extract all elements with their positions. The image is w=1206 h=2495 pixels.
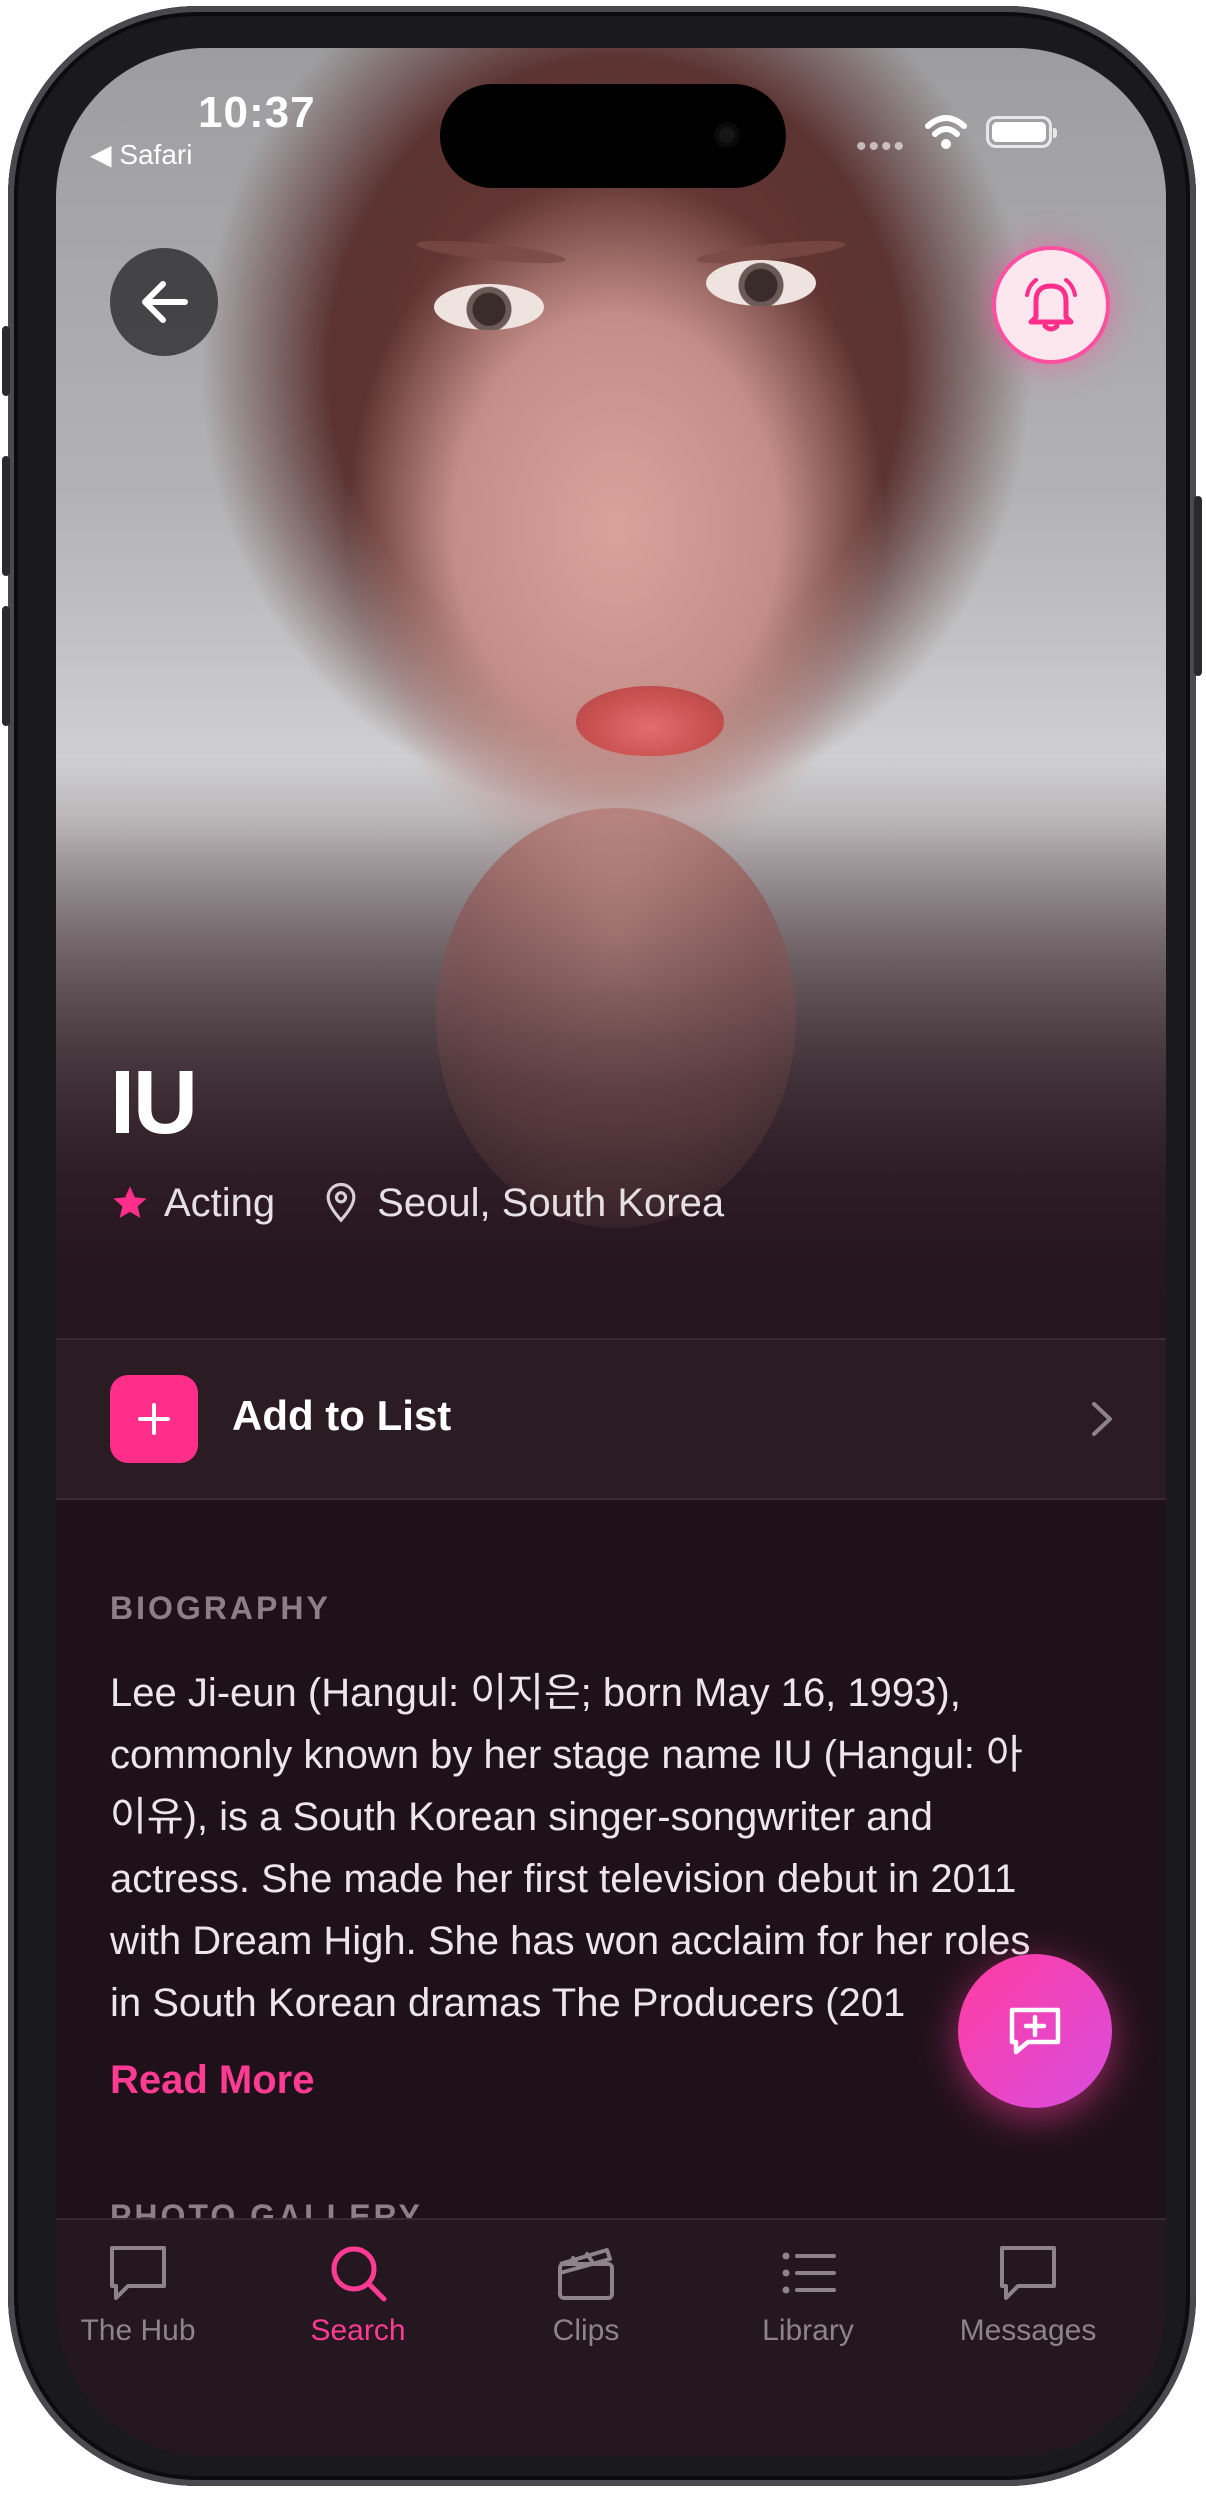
notify-button[interactable]	[996, 250, 1106, 360]
tab-label: Library	[762, 2314, 854, 2347]
location-label: Seoul, South Korea	[377, 1180, 725, 1225]
bio-line: commonly known by her stage name IU (Han…	[110, 1733, 1023, 1777]
hero-photo	[56, 48, 1166, 1338]
arrow-left-icon	[142, 281, 188, 323]
plus-icon	[138, 1403, 170, 1435]
add-plus-badge	[110, 1375, 198, 1463]
location-pin-icon	[326, 1183, 356, 1223]
status-time: 10:37	[198, 88, 316, 137]
volume-down-button	[2, 606, 10, 726]
message-icon	[1000, 2246, 1056, 2300]
artist-name: IU	[110, 1053, 198, 1153]
chevron-right-icon	[1092, 1402, 1112, 1436]
list-icon	[782, 2252, 836, 2294]
power-button	[1194, 496, 1202, 676]
tab-the-hub[interactable]: The Hub	[56, 2242, 238, 2362]
phone-frame: 10:37 ◀ Safari •••• IU Acting Seoul, Sou…	[2, 6, 1202, 2486]
clapperboard-icon	[558, 2248, 614, 2300]
tab-label: Search	[310, 2314, 406, 2347]
tab-bar: The Hub Search Clips Library Messages	[56, 2218, 1166, 2456]
action-button	[2, 326, 10, 396]
volume-up-button	[2, 456, 10, 576]
wifi-icon	[925, 115, 967, 149]
status-bar: 10:37 ◀ Safari ••••	[56, 48, 1166, 188]
back-to-safari[interactable]: ◀ Safari	[90, 138, 192, 171]
tab-label: The Hub	[80, 2314, 196, 2347]
search-icon	[331, 2246, 387, 2302]
tab-label: Messages	[959, 2314, 1097, 2347]
tab-clips[interactable]: Clips	[486, 2242, 686, 2362]
divider	[56, 1498, 1166, 1500]
bio-line: with Dream High. She has won acclaim for…	[110, 1919, 1031, 1963]
tab-messages[interactable]: Messages	[928, 2242, 1128, 2362]
artist-meta: Acting Seoul, South Korea	[110, 1178, 724, 1228]
bio-line: Lee Ji-eun (Hangul: 이지은; born May 16, 19…	[110, 1671, 961, 1715]
screen: 10:37 ◀ Safari •••• IU Acting Seoul, Sou…	[56, 48, 1166, 2456]
chat-bubble-icon	[110, 2246, 166, 2300]
bio-line: actress. She made her first television d…	[110, 1857, 1017, 1901]
new-message-fab[interactable]	[958, 1954, 1112, 2108]
category-label: Acting	[164, 1180, 276, 1225]
cellular-signal: ••••	[856, 130, 907, 163]
battery-icon	[986, 116, 1057, 148]
biography-heading: BIOGRAPHY	[110, 1590, 331, 1626]
tab-library[interactable]: Library	[708, 2242, 908, 2362]
read-more-link[interactable]: Read More	[110, 2058, 315, 2103]
biography-text: Lee Ji-eun (Hangul: 이지은; born May 16, 19…	[110, 1662, 1120, 2034]
message-plus-icon	[1009, 2007, 1061, 2055]
tab-label: Clips	[552, 2314, 620, 2347]
star-icon	[113, 1186, 147, 1218]
add-to-list-label: Add to List	[232, 1392, 452, 1439]
back-button[interactable]	[110, 248, 218, 356]
dynamic-island	[440, 84, 786, 188]
bell-icon	[1025, 278, 1077, 332]
tab-search[interactable]: Search	[258, 2242, 458, 2362]
add-to-list-row[interactable]: Add to List	[56, 1340, 1166, 1498]
bio-line: 이유), is a South Korean singer-songwriter…	[110, 1795, 933, 1839]
